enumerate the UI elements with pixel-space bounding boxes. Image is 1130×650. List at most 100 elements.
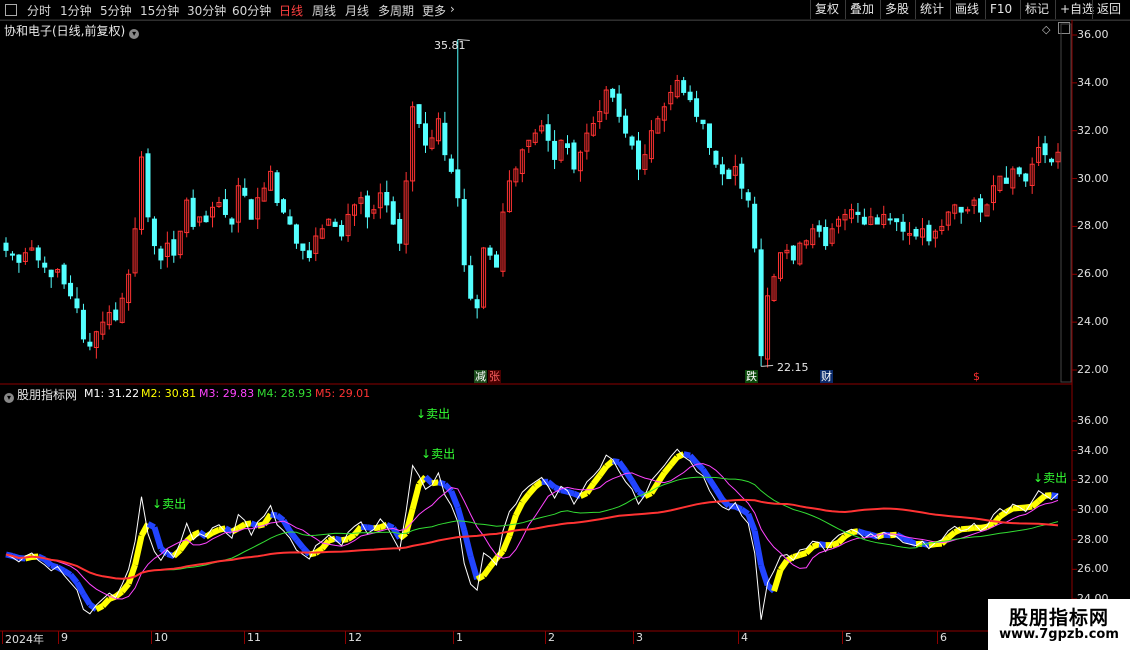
candle-body xyxy=(300,243,306,251)
candle-body xyxy=(364,195,370,218)
x-tick-label: 2024年 xyxy=(5,633,44,646)
candle-body xyxy=(203,215,209,223)
candle-body xyxy=(306,250,312,259)
m2-segment xyxy=(908,538,918,547)
candle-body xyxy=(1042,143,1048,156)
arrow-down-icon: ↓ xyxy=(1033,471,1044,485)
candle-body xyxy=(222,199,228,215)
candlestick-series xyxy=(3,39,1061,368)
x-tick xyxy=(633,631,634,644)
sell-signal-label: 卖出 xyxy=(162,497,187,511)
m2-segment xyxy=(629,479,642,494)
watermark-logo: 股朋指标网 www.7gpzb.com xyxy=(988,599,1130,650)
x-tick-label: 4 xyxy=(741,631,748,644)
candle-body xyxy=(913,228,919,237)
candle-body xyxy=(1049,158,1055,163)
candle-body xyxy=(145,153,151,218)
candle-body xyxy=(706,123,712,148)
x-tick xyxy=(244,631,245,644)
m2-segment xyxy=(403,508,416,535)
sell-signal: ↓卖出 xyxy=(421,445,455,462)
m2-segment xyxy=(448,490,461,509)
marker-cai[interactable]: 财 xyxy=(820,370,833,383)
candle-body xyxy=(552,140,558,160)
m2-segment xyxy=(475,573,486,582)
candle-body xyxy=(423,123,429,146)
m2-segment xyxy=(798,550,808,558)
candle-body xyxy=(461,199,467,266)
m2-segment xyxy=(758,564,771,587)
candle-body xyxy=(861,216,867,225)
candle-body xyxy=(16,254,22,263)
candle-body xyxy=(74,298,80,309)
candle-body xyxy=(158,248,164,261)
candle-body xyxy=(790,245,796,261)
x-tick-label: 9 xyxy=(61,631,68,644)
m2-segment xyxy=(604,458,615,469)
candle-body xyxy=(61,264,67,285)
m2-segment xyxy=(80,592,93,607)
marker-zhang[interactable]: 张 xyxy=(488,370,501,383)
m2-segment xyxy=(294,537,306,550)
m2-segment xyxy=(661,463,674,475)
candle-body xyxy=(545,124,551,141)
m2-segment xyxy=(1036,493,1048,504)
m2-segment xyxy=(487,556,499,569)
candle-body xyxy=(80,309,86,340)
candle-body xyxy=(332,221,338,227)
candle-body xyxy=(151,218,157,247)
m2-segment xyxy=(740,507,750,517)
x-tick xyxy=(545,631,546,644)
candle-body xyxy=(758,249,764,357)
arrow-down-icon: ↓ xyxy=(152,497,163,511)
candle-body xyxy=(390,201,396,225)
x-tick-label: 10 xyxy=(154,631,168,644)
candle-body xyxy=(468,265,474,299)
candle-body xyxy=(681,80,687,93)
candle-body xyxy=(629,136,635,146)
m2-segment xyxy=(132,535,145,566)
high-label: 35.81 xyxy=(434,39,466,52)
m2-segment xyxy=(946,529,957,540)
candle-body xyxy=(816,225,822,232)
candle-body xyxy=(978,198,984,213)
low-label: 22.15 xyxy=(777,361,809,374)
candle-body xyxy=(894,218,900,223)
marker-jian[interactable]: 减 xyxy=(474,370,487,383)
m2-segment xyxy=(211,527,221,536)
x-tick xyxy=(937,631,938,644)
candle-body xyxy=(339,224,345,237)
m2-segment xyxy=(409,483,422,510)
grid-lines xyxy=(0,19,1130,644)
candle-body xyxy=(474,299,480,309)
x-tick xyxy=(738,631,739,644)
candle-body xyxy=(455,169,461,199)
candle-body xyxy=(487,247,493,256)
candle-body xyxy=(874,217,880,225)
m2-segment xyxy=(62,568,73,578)
candle-body xyxy=(887,218,893,221)
candle-body xyxy=(694,98,700,117)
m2-segment xyxy=(119,581,131,594)
x-tick-label: 3 xyxy=(636,631,643,644)
m2-segment xyxy=(151,526,164,550)
m2-segment xyxy=(584,482,596,495)
sell-signal: ↓卖出 xyxy=(1033,469,1067,486)
candle-body xyxy=(958,206,964,213)
m2-segment xyxy=(668,455,680,467)
candle-body xyxy=(87,341,93,347)
candle-body xyxy=(610,88,616,98)
m2-segment xyxy=(901,535,911,544)
m2-segment xyxy=(597,464,609,478)
candle-body xyxy=(171,239,177,256)
sell-signal: ↓卖出 xyxy=(152,495,186,512)
candle-body xyxy=(700,119,706,125)
chart-canvas[interactable] xyxy=(0,0,1130,650)
candle-body xyxy=(713,150,719,165)
marker-dollar[interactable]: $ xyxy=(972,370,981,383)
m2-segment xyxy=(533,479,544,490)
x-tick-label: 2 xyxy=(548,631,555,644)
marker-die[interactable]: 跌 xyxy=(745,370,758,383)
m2-segment xyxy=(519,492,532,505)
m2-segment xyxy=(526,484,538,497)
